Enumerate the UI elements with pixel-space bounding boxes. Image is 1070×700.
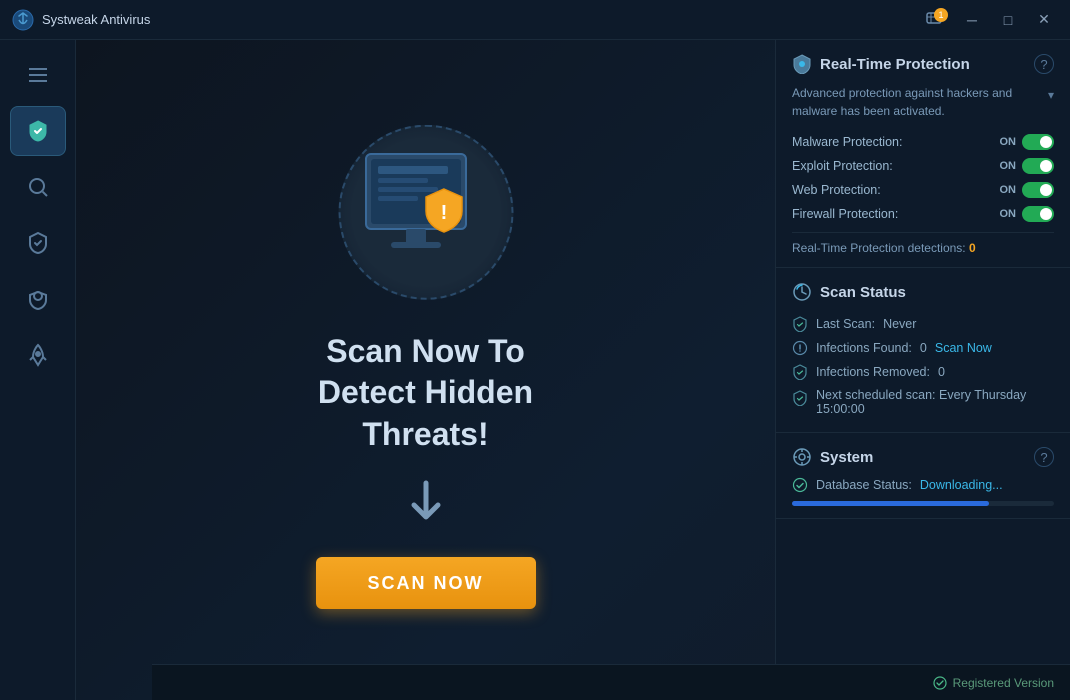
app-title: Systweak Antivirus <box>42 12 150 27</box>
firewall-toggle[interactable]: ON <box>1000 206 1055 222</box>
rtp-description: Advanced protection against hackers and … <box>792 84 1054 120</box>
close-button[interactable]: ✕ <box>1030 6 1058 34</box>
registered-text: Registered Version <box>933 676 1054 690</box>
scan-status-header: Scan Status <box>792 282 1054 302</box>
web-toggle[interactable]: ON <box>1000 182 1055 198</box>
maximize-button[interactable]: □ <box>994 6 1022 34</box>
infections-found-icon <box>792 340 808 356</box>
scan-status-icon <box>792 282 812 302</box>
notification-button[interactable]: 1 <box>918 6 950 34</box>
db-status-check-icon <box>792 477 808 493</box>
scan-now-link[interactable]: Scan Now <box>935 341 992 355</box>
right-panel: Real-Time Protection ? Advanced protecti… <box>775 40 1070 700</box>
db-progress-bar <box>792 501 1054 506</box>
malware-toggle-switch[interactable] <box>1022 134 1054 150</box>
shield-icon <box>26 119 50 143</box>
sidebar-item-menu[interactable] <box>10 50 66 100</box>
window-controls: 1 ─ □ ✕ <box>918 6 1058 34</box>
monitor-svg: ! <box>346 144 506 284</box>
app-logo-icon <box>12 9 34 31</box>
web-protection-row: Web Protection: ON <box>792 178 1054 202</box>
scan-now-button[interactable]: SCAN NOW <box>316 557 536 609</box>
logo-area: Systweak Antivirus <box>12 9 918 31</box>
infections-found-row: Infections Found: 0 Scan Now <box>792 336 1054 360</box>
menu-icon <box>26 63 50 87</box>
web-toggle-switch[interactable] <box>1022 182 1054 198</box>
last-scan-row: Last Scan: Never <box>792 312 1054 336</box>
system-section: System ? Database Status: Downloading... <box>776 433 1070 519</box>
exploit-toggle[interactable]: ON <box>1000 158 1055 174</box>
infections-removed-icon <box>792 364 808 380</box>
malware-protection-row: Malware Protection: ON <box>792 130 1054 154</box>
firewall-toggle-switch[interactable] <box>1022 206 1054 222</box>
main-layout: ! Scan Now To Detect Hidden Threats! SCA… <box>0 40 1070 700</box>
notification-badge: 1 <box>934 8 948 22</box>
sidebar-item-search[interactable] <box>10 162 66 212</box>
arrow-down-icon <box>402 479 450 537</box>
sidebar <box>0 40 76 700</box>
checkmark-shield-icon <box>26 231 50 255</box>
next-scan-row: Next scheduled scan: Every Thursday 15:0… <box>792 384 1054 420</box>
rtp-title-group: Real-Time Protection <box>792 54 970 74</box>
real-time-protection-section: Real-Time Protection ? Advanced protecti… <box>776 40 1070 268</box>
rtp-detections-row: Real-Time Protection detections: 0 <box>792 232 1054 255</box>
main-panel: ! Scan Now To Detect Hidden Threats! SCA… <box>76 40 775 700</box>
db-progress-fill <box>792 501 989 506</box>
downloading-text: Downloading... <box>920 478 1003 492</box>
svg-text:!: ! <box>440 202 447 224</box>
scan-status-title-group: Scan Status <box>792 282 906 302</box>
system-icon <box>792 447 812 467</box>
scan-heading: Scan Now To Detect Hidden Threats! <box>318 331 533 456</box>
content-area: ! Scan Now To Detect Hidden Threats! SCA… <box>76 40 1070 700</box>
scan-status-section: Scan Status Last Scan: Never <box>776 268 1070 433</box>
exploit-toggle-switch[interactable] <box>1022 158 1054 174</box>
infections-removed-row: Infections Removed: 0 <box>792 360 1054 384</box>
rtp-header: Real-Time Protection ? <box>792 54 1054 74</box>
db-status-row: Database Status: Downloading... <box>792 477 1054 493</box>
next-scan-icon <box>792 390 808 406</box>
search-icon <box>26 175 50 199</box>
firewall-protection-row: Firewall Protection: ON <box>792 202 1054 226</box>
last-scan-shield-icon <box>792 316 808 332</box>
sidebar-item-checkmark[interactable] <box>10 218 66 268</box>
minimize-button[interactable]: ─ <box>958 6 986 34</box>
rocket-icon <box>26 343 50 367</box>
rtp-chevron-icon[interactable]: ▾ <box>1048 86 1054 104</box>
sidebar-item-security[interactable] <box>10 274 66 324</box>
detections-count: 0 <box>969 241 976 255</box>
rtp-help-button[interactable]: ? <box>1034 54 1054 74</box>
security-icon <box>26 287 50 311</box>
system-title-group: System <box>792 447 873 467</box>
rtp-shield-icon <box>792 54 812 74</box>
sidebar-item-rocket[interactable] <box>10 330 66 380</box>
titlebar: Systweak Antivirus 1 ─ □ ✕ <box>0 0 1070 40</box>
registered-check-icon <box>933 676 947 690</box>
system-header: System ? <box>792 447 1054 467</box>
sidebar-item-shield[interactable] <box>10 106 66 156</box>
monitor-illustration: ! <box>326 131 526 311</box>
system-help-button[interactable]: ? <box>1034 447 1054 467</box>
exploit-protection-row: Exploit Protection: ON <box>792 154 1054 178</box>
malware-toggle[interactable]: ON <box>1000 134 1055 150</box>
footer: Registered Version <box>152 664 1070 700</box>
